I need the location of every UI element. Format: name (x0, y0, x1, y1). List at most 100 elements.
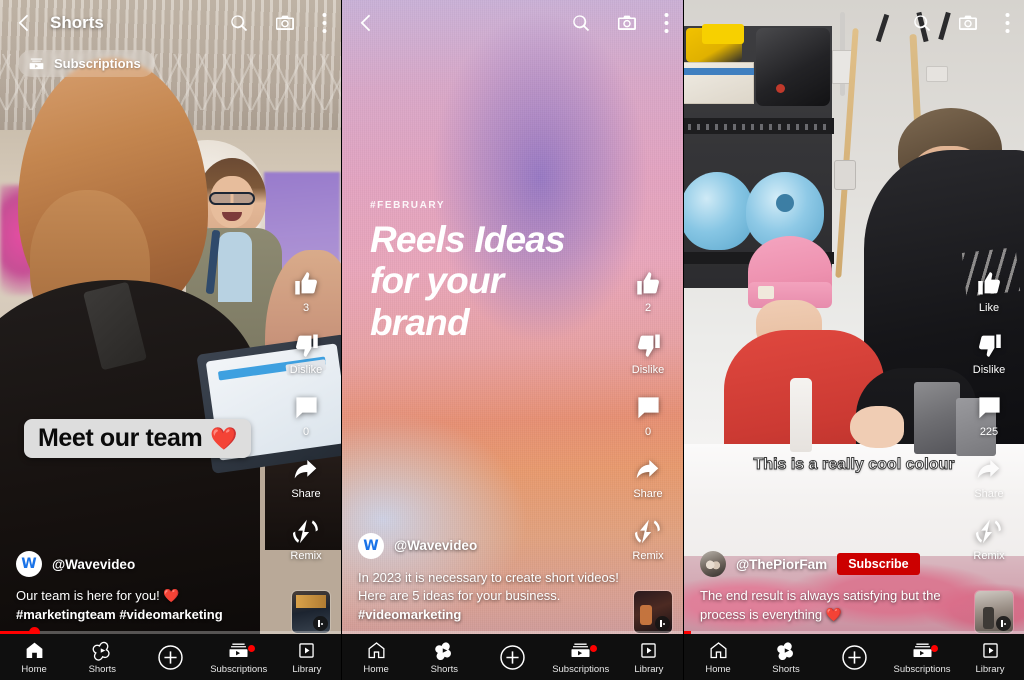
comment-button[interactable]: 225 (976, 394, 1003, 438)
video-caption[interactable]: In 2023 it is necessary to create short … (358, 569, 626, 624)
chevron-left-icon[interactable] (14, 12, 36, 34)
nav-item-home[interactable]: Home (684, 640, 752, 675)
page-title: Shorts (50, 13, 104, 32)
camera-icon[interactable] (957, 12, 979, 34)
nav-item-home[interactable]: Home (342, 640, 410, 675)
camera-icon[interactable] (616, 12, 638, 34)
remix-label: Remix (290, 550, 322, 562)
dislike-button[interactable]: Dislike (632, 332, 664, 376)
share-button[interactable]: Share (291, 456, 321, 500)
like-count: 2 (644, 302, 652, 314)
caption-hashtags[interactable]: #videomarketing (358, 606, 626, 624)
shorts-panel-row: Shorts Subscriptions Meet our team ❤️ 3 … (0, 0, 1024, 680)
nav-label-subscriptions: Subscriptions (893, 663, 951, 675)
like-button[interactable]: 3 (293, 270, 320, 314)
nav-label-subscriptions: Subscriptions (552, 663, 610, 675)
graphic-headline-1: Reels Ideas (370, 219, 566, 260)
caption-line-2: process is everything ❤️ (700, 606, 842, 622)
sound-thumbnail[interactable] (974, 590, 1014, 634)
notification-badge (247, 644, 255, 652)
top-bar-3 (684, 0, 1024, 46)
chip-label: Subscriptions (54, 56, 141, 71)
comment-button[interactable]: 0 (293, 394, 320, 438)
channel-handle[interactable]: @Wavevideo (52, 557, 135, 572)
channel-handle[interactable]: @Wavevideo (394, 538, 477, 553)
comment-button[interactable]: 0 (635, 394, 662, 438)
share-button[interactable]: Share (633, 456, 663, 500)
search-icon[interactable] (570, 12, 592, 34)
shorts-panel-1[interactable]: Shorts Subscriptions Meet our team ❤️ 3 … (0, 0, 342, 680)
sound-thumbnail[interactable] (291, 590, 331, 634)
search-icon[interactable] (911, 12, 933, 34)
top-bar-1: Shorts (0, 0, 341, 46)
remix-button[interactable]: Remix (632, 518, 664, 562)
top-bar-2 (342, 0, 683, 46)
kebab-menu-icon[interactable] (322, 12, 327, 34)
avatar[interactable]: W (16, 551, 42, 578)
shorts-panel-2[interactable]: #FEBRUARY Reels Ideas for your brand 2 D… (342, 0, 684, 680)
caption-line-1: In 2023 it is necessary to create short … (358, 569, 619, 585)
video-caption[interactable]: Our team is here for you! ❤️ #marketingt… (16, 587, 284, 624)
nav-label-library: Library (292, 663, 322, 675)
pause-icon (313, 616, 328, 631)
bottom-nav-1: Home Shorts Subscriptions Library (0, 634, 341, 680)
nav-item-home[interactable]: Home (0, 640, 68, 675)
shorts-panel-3[interactable]: This is a really cool colour Like Dislik… (684, 0, 1024, 680)
remix-button[interactable]: Remix (290, 518, 322, 562)
graphic-text-block: #FEBRUARY Reels Ideas for your brand (370, 200, 630, 343)
dislike-button[interactable]: Dislike (290, 332, 322, 376)
sound-thumbnail[interactable] (633, 590, 673, 634)
dislike-label: Dislike (289, 364, 323, 376)
nav-label-library: Library (634, 663, 664, 675)
nav-label-library: Library (975, 663, 1005, 675)
like-button[interactable]: Like (976, 270, 1003, 314)
comment-count: 0 (644, 426, 652, 438)
like-button[interactable]: 2 (635, 270, 662, 314)
channel-handle[interactable]: @ThePiorFam (736, 557, 827, 572)
subscriptions-filter-chip[interactable]: Subscriptions (18, 50, 155, 77)
nav-label-home: Home (705, 663, 731, 675)
graphic-kicker: #FEBRUARY (370, 200, 446, 211)
nav-item-create[interactable] (478, 644, 546, 671)
bottom-nav-2: Home Shorts Subscriptions Library (342, 634, 683, 680)
nav-item-subscriptions[interactable]: Subscriptions (205, 640, 273, 675)
nav-item-shorts[interactable]: Shorts (752, 640, 820, 675)
dislike-label: Dislike (631, 364, 665, 376)
kebab-menu-icon[interactable] (1005, 12, 1010, 34)
subscribe-button[interactable]: Subscribe (837, 553, 920, 576)
action-rail-3: Like Dislike 225 Share Remix (961, 270, 1017, 580)
caption-hashtags[interactable]: #marketingteam #videomarketing (16, 606, 284, 624)
video-caption[interactable]: The end result is always satisfying but … (700, 587, 955, 624)
nav-item-shorts[interactable]: Shorts (68, 640, 136, 675)
pause-icon (655, 616, 670, 631)
avatar[interactable]: W (358, 532, 384, 559)
nav-item-library[interactable]: Library (615, 640, 683, 675)
avatar[interactable] (700, 551, 726, 578)
nav-item-subscriptions[interactable]: Subscriptions (888, 640, 956, 675)
action-rail-2: 2 Dislike 0 Share Remix (620, 270, 676, 580)
like-label: Like (978, 302, 1000, 314)
dislike-button[interactable]: Dislike (973, 332, 1005, 376)
camera-icon[interactable] (274, 12, 296, 34)
share-button[interactable]: Share (974, 456, 1004, 500)
nav-item-library[interactable]: Library (273, 640, 341, 675)
share-label: Share (291, 488, 321, 500)
nav-label-shorts: Shorts (772, 663, 800, 675)
kebab-menu-icon[interactable] (664, 12, 669, 34)
remix-label: Remix (973, 550, 1005, 562)
dislike-label: Dislike (972, 364, 1006, 376)
nav-label-home: Home (363, 663, 389, 675)
chevron-left-icon[interactable] (356, 12, 378, 34)
subscriptions-icon (28, 55, 45, 72)
nav-label-subscriptions: Subscriptions (210, 663, 268, 675)
bottom-nav-3: Home Shorts Subscriptions Library (684, 634, 1024, 680)
comment-count: 225 (979, 426, 999, 438)
sticker-text: Meet our team (38, 424, 203, 452)
nav-item-subscriptions[interactable]: Subscriptions (547, 640, 615, 675)
nav-item-create[interactable] (820, 644, 888, 671)
nav-item-create[interactable] (136, 644, 204, 671)
remix-button[interactable]: Remix (973, 518, 1005, 562)
nav-item-library[interactable]: Library (956, 640, 1024, 675)
nav-item-shorts[interactable]: Shorts (410, 640, 478, 675)
search-icon[interactable] (228, 12, 250, 34)
